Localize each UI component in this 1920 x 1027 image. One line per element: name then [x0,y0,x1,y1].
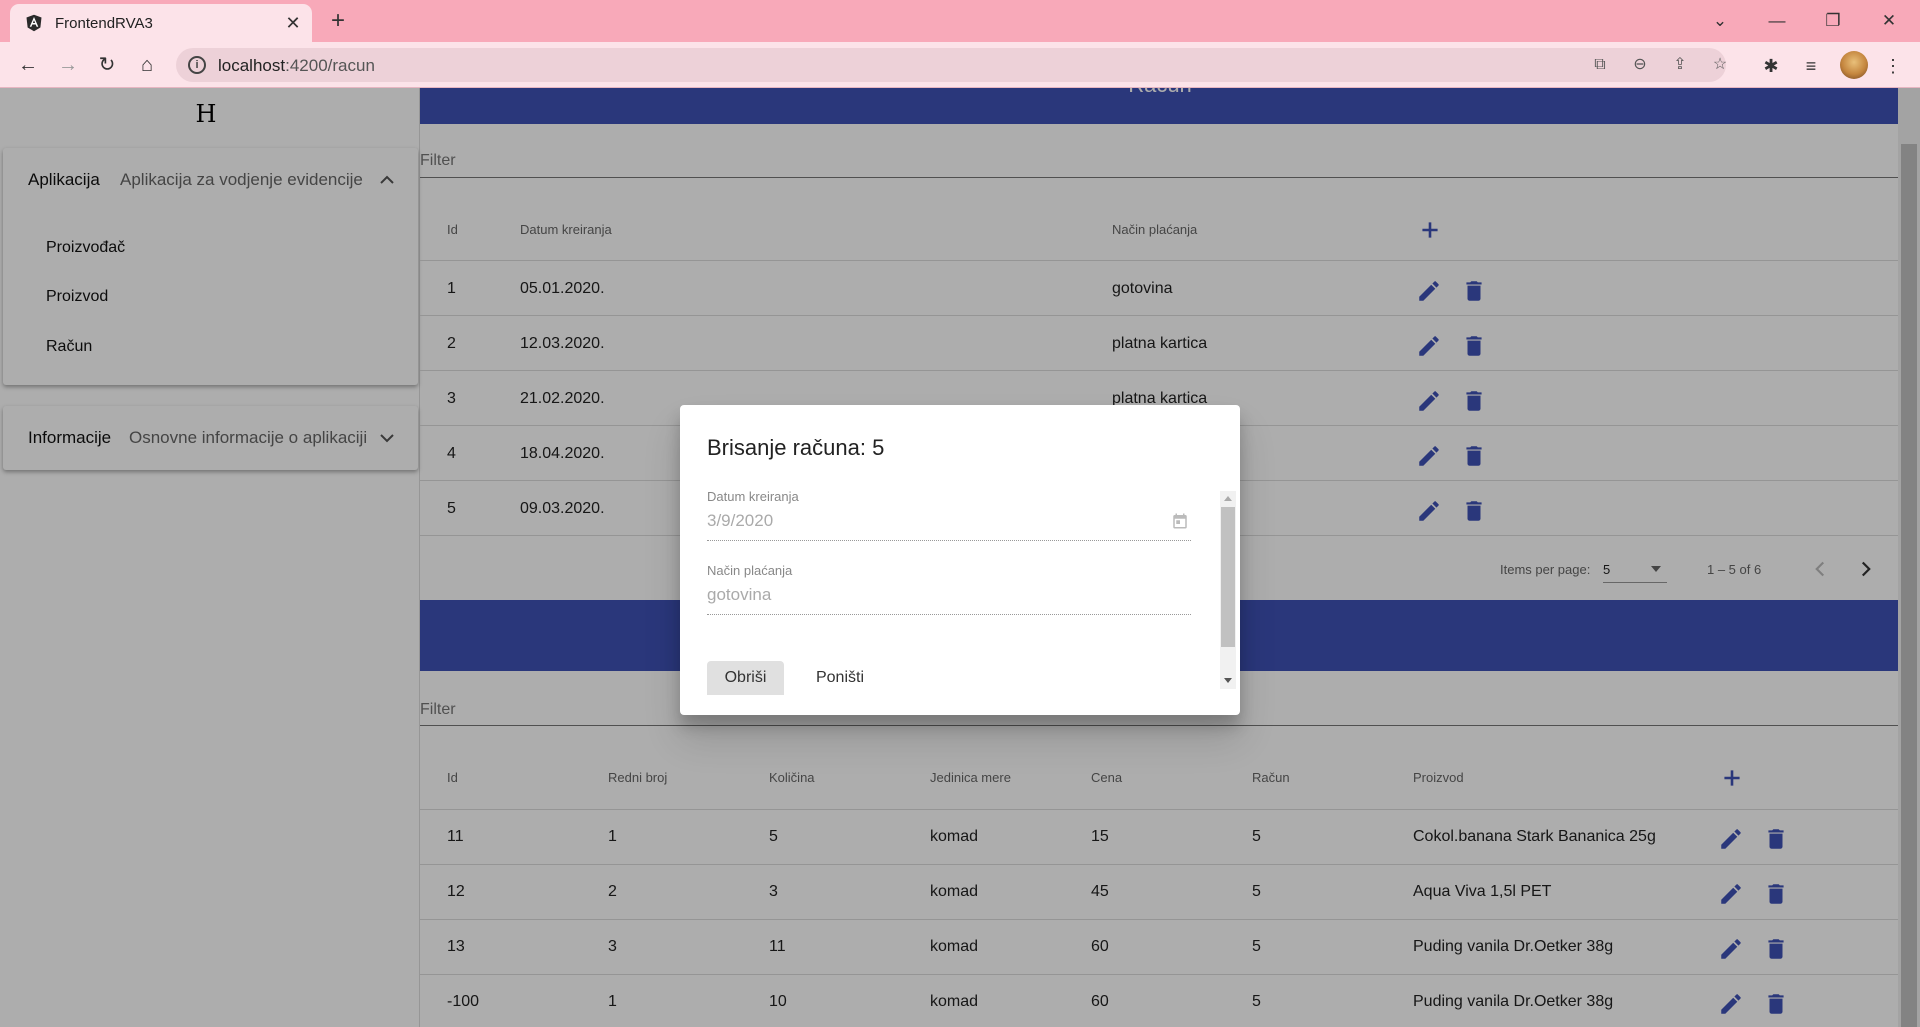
translate-icon[interactable]: ⧉ [1588,53,1612,77]
browser-tab[interactable]: FrontendRVA3 ✕ [10,4,312,42]
close-window-icon[interactable]: ✕ [1874,6,1904,36]
delete-racun-dialog: Brisanje računa: 5 Datum kreiranja 3/9/2… [680,405,1240,715]
dialog-scrollbar[interactable] [1220,491,1236,689]
payment-field-label: Način plaćanja [707,563,793,578]
forward-icon[interactable]: → [52,49,84,81]
scroll-up-arrow-icon[interactable] [1223,494,1233,502]
close-tab-icon[interactable]: ✕ [282,12,304,34]
bookmark-star-icon[interactable]: ☆ [1708,53,1732,77]
menu-kebab-icon[interactable]: ⋮ [1880,53,1906,79]
field-underline [707,614,1191,615]
browser-tab-strip: FrontendRVA3 ✕ + ⌄ — ❐ ✕ [0,0,1920,42]
dialog-title: Brisanje računa: 5 [707,435,885,460]
new-tab-icon[interactable]: + [324,7,352,35]
dialog-scroll-thumb[interactable] [1221,507,1235,647]
date-field-label: Datum kreiranja [707,489,799,504]
cancel-button[interactable]: Poništi [800,661,880,695]
delete-button[interactable]: Obriši [707,661,784,695]
zoom-out-icon[interactable]: ⊖ [1628,53,1652,77]
browser-toolbar: ← → ↻ ⌂ i localhost:4200/racun ⧉ ⊖ ⇪ ☆ ✱… [0,42,1920,88]
extensions-icon[interactable]: ✱ [1758,53,1784,79]
url-text: localhost:4200/racun [218,56,375,75]
angular-icon [26,14,42,32]
home-icon[interactable]: ⌂ [131,49,163,81]
media-control-icon[interactable]: ≡ [1798,53,1824,79]
tab-search-chevron-icon[interactable]: ⌄ [1705,6,1735,36]
profile-avatar[interactable] [1840,51,1868,79]
scroll-down-arrow-icon[interactable] [1223,677,1233,685]
payment-field[interactable]: gotovina [707,585,771,605]
back-icon[interactable]: ← [12,49,44,81]
address-bar[interactable]: i localhost:4200/racun ⧉ ⊖ ⇪ ☆ [176,48,1727,82]
field-underline [707,540,1191,541]
calendar-icon[interactable] [1171,512,1189,530]
app-viewport: H Aplikacija Aplikacija za vodjenje evid… [0,88,1920,1027]
share-icon[interactable]: ⇪ [1668,53,1692,77]
site-info-icon[interactable]: i [188,56,206,74]
minimize-icon[interactable]: — [1762,6,1792,36]
date-field[interactable]: 3/9/2020 [707,511,773,531]
reload-icon[interactable]: ↻ [91,49,123,81]
tab-title: FrontendRVA3 [55,15,153,32]
restore-icon[interactable]: ❐ [1818,6,1848,36]
